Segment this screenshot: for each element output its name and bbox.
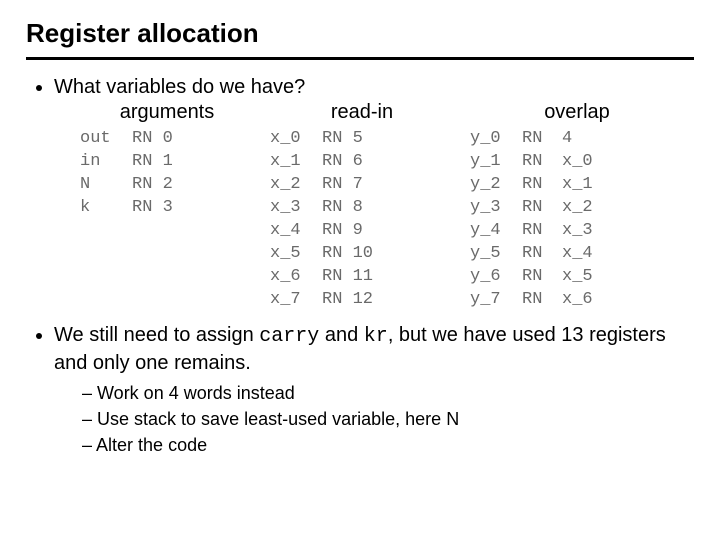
table-row: x_4RN 9 [262,220,381,243]
rn-keyword: RN [522,289,562,312]
var-name: y_4 [462,220,522,243]
var-name: y_3 [462,197,522,220]
var-name: y_5 [462,243,522,266]
table-row: y_6RNx_5 [462,266,601,289]
rn-value: x_4 [562,243,601,266]
col-overlap-label: overlap [462,99,692,126]
table-row: x_3RN 8 [262,197,381,220]
col-overlap: overlap y_0RN4y_1RNx_0y_2RNx_1y_3RNx_2y_… [462,99,692,312]
var-name: x_7 [262,289,322,312]
table-row: NRN 2 [72,174,181,197]
var-name: y_1 [462,151,522,174]
bullet-list: What variables do we have? arguments out… [26,74,694,457]
rn-assignment: RN 3 [132,197,181,220]
table-overlap: y_0RN4y_1RNx_0y_2RNx_1y_3RNx_2y_4RNx_3y_… [462,128,601,312]
code-kr: kr [364,325,388,348]
table-row: x_2RN 7 [262,174,381,197]
rn-assignment: RN 12 [322,289,381,312]
table-row: y_7RNx_6 [462,289,601,312]
rn-keyword: RN [522,174,562,197]
table-row: y_0RN4 [462,128,601,151]
list-item: Work on 4 words instead [82,381,694,405]
rn-keyword: RN [522,151,562,174]
list-item: Use stack to save least-used variable, h… [82,407,694,431]
list-item: Alter the code [82,433,694,457]
var-name: y_0 [462,128,522,151]
var-name: x_5 [262,243,322,266]
rn-assignment: RN 11 [322,266,381,289]
bullet-variables: What variables do we have? arguments out… [54,74,694,312]
var-name: out [72,128,132,151]
col-readin-label: read-in [262,99,462,126]
var-name: in [72,151,132,174]
rn-assignment: RN 8 [322,197,381,220]
sub-list: Work on 4 words insteadUse stack to save… [54,381,694,458]
table-row: kRN 3 [72,197,181,220]
var-name: x_6 [262,266,322,289]
table-arguments: outRN 0inRN 1NRN 2kRN 3 [72,128,181,220]
page-title: Register allocation [26,18,694,60]
var-name: y_2 [462,174,522,197]
bullet-assign: We still need to assign carry and kr, bu… [54,322,694,458]
table-row: y_1RNx_0 [462,151,601,174]
table-readin: x_0RN 5x_1RN 6x_2RN 7x_3RN 8x_4RN 9x_5RN… [262,128,381,312]
var-name: k [72,197,132,220]
rn-assignment: RN 0 [132,128,181,151]
var-name: x_2 [262,174,322,197]
rn-assignment: RN 1 [132,151,181,174]
col-arguments-label: arguments [72,99,262,126]
col-arguments: arguments outRN 0inRN 1NRN 2kRN 3 [72,99,262,312]
table-row: x_6RN 11 [262,266,381,289]
rn-assignment: RN 9 [322,220,381,243]
col-readin: read-in x_0RN 5x_1RN 6x_2RN 7x_3RN 8x_4R… [262,99,462,312]
var-name: N [72,174,132,197]
rn-value: 4 [562,128,601,151]
assign-pre: We still need to assign [54,324,259,346]
var-name: x_1 [262,151,322,174]
table-row: y_5RNx_4 [462,243,601,266]
var-name: x_3 [262,197,322,220]
table-row: x_7RN 12 [262,289,381,312]
table-row: inRN 1 [72,151,181,174]
bullet-variables-text: What variables do we have? [54,76,305,98]
rn-value: x_0 [562,151,601,174]
table-row: x_1RN 6 [262,151,381,174]
table-row: y_3RNx_2 [462,197,601,220]
rn-value: x_6 [562,289,601,312]
table-row: x_0RN 5 [262,128,381,151]
var-name: y_6 [462,266,522,289]
code-carry: carry [259,325,319,348]
table-row: x_5RN 10 [262,243,381,266]
register-columns: arguments outRN 0inRN 1NRN 2kRN 3 read-i… [54,99,694,312]
rn-keyword: RN [522,220,562,243]
rn-value: x_2 [562,197,601,220]
rn-keyword: RN [522,243,562,266]
rn-value: x_1 [562,174,601,197]
table-row: y_4RNx_3 [462,220,601,243]
assign-mid: and [319,324,363,346]
rn-assignment: RN 10 [322,243,381,266]
table-row: y_2RNx_1 [462,174,601,197]
rn-assignment: RN 5 [322,128,381,151]
table-row: outRN 0 [72,128,181,151]
rn-keyword: RN [522,197,562,220]
rn-assignment: RN 6 [322,151,381,174]
rn-keyword: RN [522,128,562,151]
rn-assignment: RN 2 [132,174,181,197]
rn-assignment: RN 7 [322,174,381,197]
var-name: x_4 [262,220,322,243]
var-name: x_0 [262,128,322,151]
rn-value: x_5 [562,266,601,289]
rn-keyword: RN [522,266,562,289]
var-name: y_7 [462,289,522,312]
rn-value: x_3 [562,220,601,243]
